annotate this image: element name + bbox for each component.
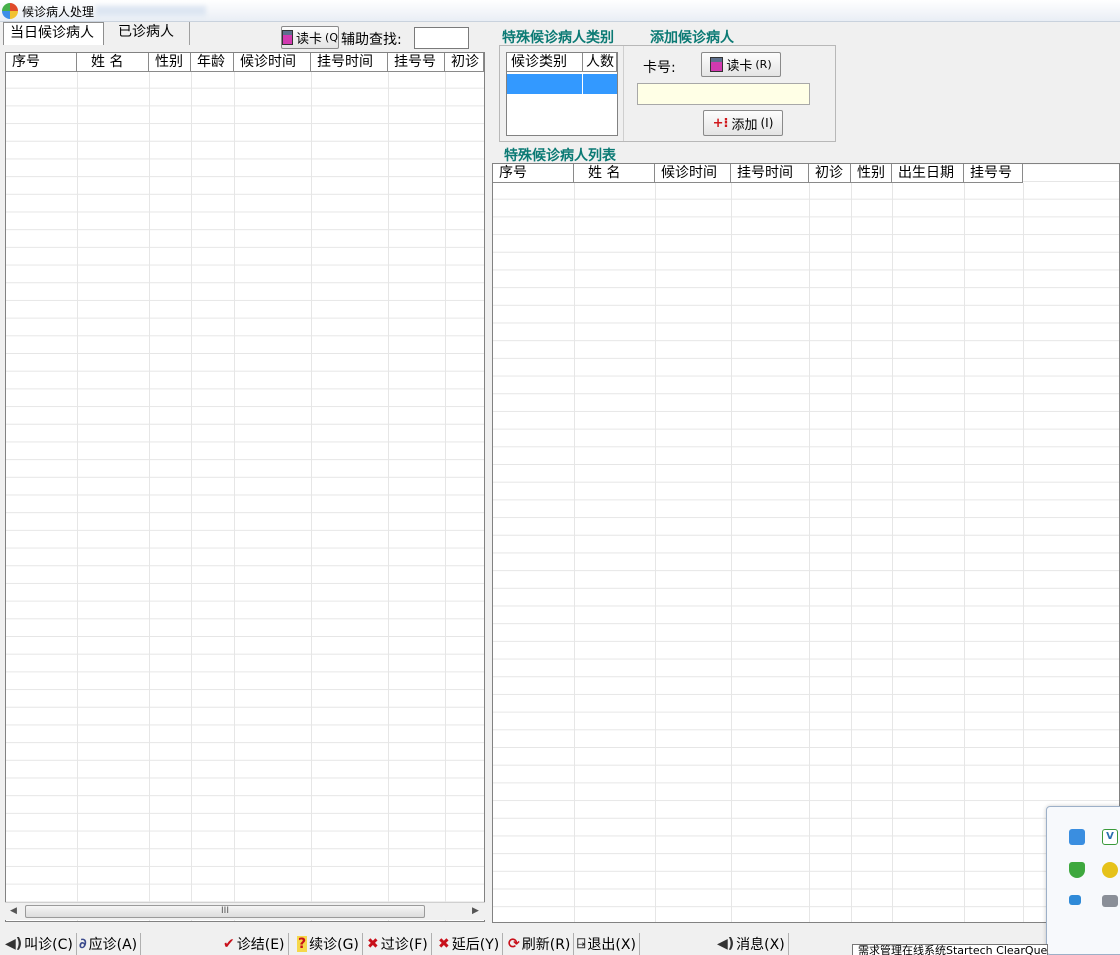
- table-header: 序号 姓 名 候诊时间 挂号时间 初诊 性别 出生日期 挂号号: [493, 164, 1023, 183]
- answer-icon: ∂: [79, 936, 87, 952]
- col-header-age[interactable]: 年龄: [191, 53, 234, 72]
- question-icon: ?: [297, 936, 308, 952]
- col-header-gender[interactable]: 性别: [851, 164, 892, 183]
- waiting-patients-table[interactable]: 序号 姓 名 性别 年龄 候诊时间 挂号时间 挂号号 初诊: [5, 52, 485, 922]
- card-reader-icon: [710, 57, 724, 72]
- special-patients-table[interactable]: 序号 姓 名 候诊时间 挂号时间 初诊 性别 出生日期 挂号号: [492, 163, 1120, 923]
- tray-plus-icon[interactable]: [1102, 862, 1118, 878]
- speaker-icon: ◀︎): [717, 936, 735, 952]
- delay-button[interactable]: ✖ 延后(Y): [435, 933, 504, 955]
- col-header-wait-time[interactable]: 候诊时间: [655, 164, 731, 183]
- read-card-label: 读卡: [726, 59, 753, 74]
- taskbar-tooltip: 需求管理在线系统Startech ClearQuest - 360安: [852, 944, 1048, 955]
- blurred-title-extra: [96, 6, 206, 16]
- continue-label: 续诊(G): [309, 937, 359, 953]
- col-header-no[interactable]: 序号: [493, 164, 574, 183]
- tray-vo-icon[interactable]: V: [1102, 829, 1118, 845]
- message-button[interactable]: ◀︎) 消息(X): [714, 933, 789, 955]
- exit-button[interactable]: ⍈ 退出(X): [574, 933, 640, 955]
- col-header-wait-time[interactable]: 候诊时间: [234, 53, 311, 72]
- tray-shield-icon[interactable]: [1069, 862, 1085, 878]
- scroll-left-icon[interactable]: ◀: [10, 906, 17, 916]
- refresh-label: 刷新(R): [521, 937, 571, 953]
- horizontal-scrollbar[interactable]: ◀ III ▶: [5, 902, 485, 920]
- col-header-count[interactable]: 人数: [583, 53, 617, 72]
- card-reader-icon: [282, 30, 294, 45]
- call-label: 叫诊(C): [24, 937, 73, 953]
- aux-search-label: 辅助查找:: [341, 32, 402, 48]
- app-logo-icon: [2, 3, 18, 19]
- conclude-button[interactable]: ✔ 诊结(E): [220, 933, 289, 955]
- pass-label: 过诊(F): [380, 937, 428, 953]
- read-card-button-right[interactable]: 读卡 (R): [701, 52, 781, 77]
- card-no-label: 卡号:: [643, 60, 676, 76]
- cross-icon: ✖: [438, 936, 450, 952]
- aux-search-input[interactable]: [414, 27, 469, 49]
- special-type-table[interactable]: 候诊类别 人数: [506, 52, 618, 136]
- table-header: 序号 姓 名 性别 年龄 候诊时间 挂号时间 挂号号 初诊: [6, 53, 484, 72]
- selected-type-row[interactable]: [507, 74, 617, 94]
- scroll-right-icon[interactable]: ▶: [472, 906, 479, 916]
- check-icon: ✔: [223, 936, 235, 952]
- exit-door-icon: ⍈: [577, 936, 586, 952]
- pass-button[interactable]: ✖ 过诊(F): [364, 933, 432, 955]
- read-card-shortcut: (R): [755, 58, 772, 71]
- answer-label: 应诊(A): [88, 937, 138, 953]
- system-tray-popup: V: [1046, 806, 1120, 955]
- special-type-title: 特殊候诊病人类别: [502, 30, 614, 46]
- read-card-label: 读卡: [296, 32, 323, 47]
- group-divider: [623, 46, 624, 141]
- continue-button[interactable]: ? 续诊(G): [294, 933, 363, 955]
- cross-icon: ✖: [367, 936, 379, 952]
- delay-label: 延后(Y): [451, 937, 500, 953]
- col-header-first-visit[interactable]: 初诊: [809, 164, 851, 183]
- type-table-header: 候诊类别 人数: [507, 53, 617, 72]
- tray-app-icon[interactable]: [1069, 829, 1085, 845]
- answer-button[interactable]: ∂ 应诊(A): [76, 933, 142, 955]
- refresh-button[interactable]: ⟳ 刷新(R): [505, 933, 575, 955]
- col-header-wait-type[interactable]: 候诊类别: [507, 53, 583, 72]
- special-list-title: 特殊候诊病人列表: [504, 148, 616, 164]
- add-button-shortcut: (I): [760, 116, 774, 130]
- add-patient-button[interactable]: +⁝ 添加 (I): [703, 110, 783, 136]
- card-no-input[interactable]: [637, 83, 810, 105]
- add-patient-title: 添加候诊病人: [650, 30, 734, 46]
- scrollbar-thumb[interactable]: III: [25, 905, 425, 918]
- speaker-icon: ◀︎): [5, 936, 23, 952]
- col-header-no[interactable]: 序号: [6, 53, 77, 72]
- tray-flag-icon[interactable]: [1069, 895, 1081, 905]
- col-header-register-time[interactable]: 挂号时间: [311, 53, 388, 72]
- tray-printer-icon[interactable]: [1102, 895, 1118, 907]
- window-title: 候诊病人处理: [22, 5, 95, 19]
- col-header-register-no[interactable]: 挂号号: [388, 53, 445, 72]
- col-header-register-time[interactable]: 挂号时间: [731, 164, 809, 183]
- refresh-icon: ⟳: [508, 936, 520, 952]
- col-header-register-no[interactable]: 挂号号: [964, 164, 1023, 183]
- add-button-label: 添加: [731, 117, 758, 133]
- col-header-first-visit[interactable]: 初诊: [445, 53, 484, 72]
- tab-seen-patients[interactable]: 已诊病人: [112, 22, 190, 45]
- col-header-gender[interactable]: 性别: [149, 53, 191, 72]
- call-button[interactable]: ◀︎) 叫诊(C): [2, 933, 77, 955]
- conclude-label: 诊结(E): [236, 937, 285, 953]
- message-label: 消息(X): [736, 937, 785, 953]
- add-icon: +⁝: [712, 115, 729, 131]
- col-header-name[interactable]: 姓 名: [77, 53, 149, 72]
- col-header-birth-date[interactable]: 出生日期: [892, 164, 964, 183]
- tab-today-waiting[interactable]: 当日候诊病人: [3, 22, 104, 45]
- read-card-shortcut: (Q: [325, 31, 338, 44]
- exit-label: 退出(X): [587, 937, 636, 953]
- col-header-name[interactable]: 姓 名: [574, 164, 655, 183]
- read-card-button-left[interactable]: 读卡 (Q: [281, 26, 339, 49]
